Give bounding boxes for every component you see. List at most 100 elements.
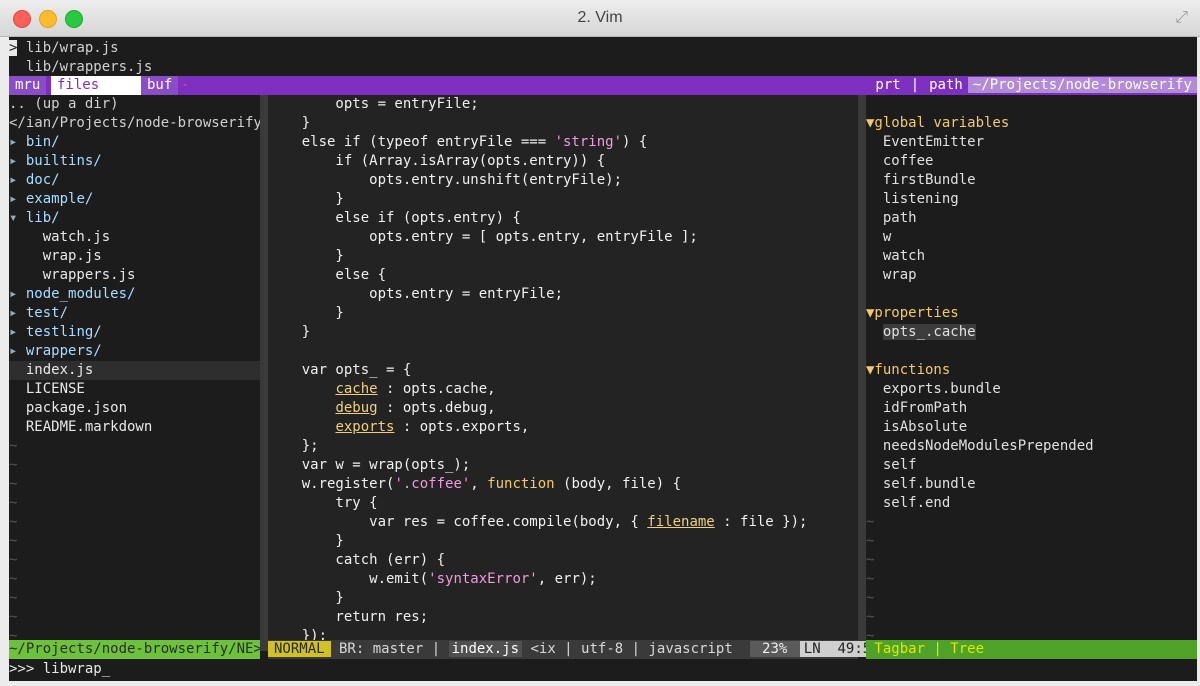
nerdtree-pane[interactable]: .. (up a dir) </ian/Projects/node-browse… xyxy=(9,95,260,651)
code-line[interactable]: debug : opts.debug, xyxy=(268,399,495,418)
code-text: } xyxy=(268,248,344,264)
tagbar-item[interactable]: firstBundle xyxy=(866,171,976,190)
code-text: return res; xyxy=(268,609,429,625)
code-line[interactable]: w.register('.coffee', function (body, fi… xyxy=(268,475,681,494)
code-text: try { xyxy=(268,495,378,511)
empty-line-tilde: ~ xyxy=(9,552,18,568)
code-line[interactable]: return res; xyxy=(268,608,428,627)
file-name: package.json xyxy=(25,400,128,416)
tagbar-item[interactable]: coffee xyxy=(866,152,934,171)
code-text: var res = coffee.compile(body, { xyxy=(268,514,648,530)
empty-line-tilde: ~ xyxy=(9,590,18,606)
ctrlp-mode-files[interactable]: files xyxy=(51,76,147,95)
fullscreen-icon[interactable]: ⤢ xyxy=(1175,9,1188,27)
code-text: (body, file) { xyxy=(554,476,682,492)
tagbar-item[interactable]: w xyxy=(866,228,891,247)
tree-file[interactable]: LICENSE xyxy=(9,380,85,399)
tree-dir[interactable]: ▸ wrappers/ xyxy=(9,342,102,361)
window-separator[interactable] xyxy=(858,95,866,651)
code-line[interactable]: opts.entry.unshift(entryFile); xyxy=(268,171,622,190)
collapsed-arrow-icon: ▸ xyxy=(9,343,18,359)
ctrlp-right-sep: | xyxy=(910,77,920,93)
code-line[interactable]: opts = entryFile; xyxy=(268,95,478,114)
code-line[interactable]: } xyxy=(268,190,343,209)
tagbar-item[interactable]: needsNodeModulesPrepended xyxy=(866,437,1094,456)
tree-dir[interactable]: ▸ builtins/ xyxy=(9,152,102,171)
tagbar-item[interactable]: watch xyxy=(866,247,925,266)
tagbar-section-header[interactable]: ▼functions xyxy=(866,361,950,380)
tagbar-statusline: Tagbar | Tree xyxy=(866,640,1197,659)
tree-file[interactable]: wrappers.js xyxy=(9,266,136,285)
code-line[interactable]: opts.entry = [ opts.entry, entryFile ]; xyxy=(268,228,698,247)
code-line[interactable]: opts.entry = entryFile; xyxy=(268,285,563,304)
tree-dir[interactable]: ▾ lib/ xyxy=(9,209,60,228)
empty-line-tilde: ~ xyxy=(866,609,875,625)
tagbar-section-header[interactable]: ▼global variables xyxy=(866,114,1009,133)
code-line[interactable]: } xyxy=(268,589,343,608)
nerdtree-root[interactable]: </ian/Projects/node-browserify/ xyxy=(9,114,260,133)
tree-file[interactable]: package.json xyxy=(9,399,127,418)
tagbar-item[interactable]: self xyxy=(866,456,917,475)
tagbar-section-header[interactable]: ▼properties xyxy=(866,304,959,323)
ctrlp-status-bar: mru files buf - prt | path ~/Projects/node-… xyxy=(9,76,1197,95)
code-editor[interactable]: opts = entryFile; } else if (typeof entr… xyxy=(268,95,858,651)
empty-line-tilde: ~ xyxy=(9,438,18,454)
code-line[interactable]: w.emit('syntaxError', err); xyxy=(268,570,597,589)
code-line[interactable]: else if (typeof entryFile === 'string') … xyxy=(268,133,648,152)
tree-file-current[interactable]: index.js xyxy=(9,361,260,380)
code-line[interactable]: }; xyxy=(268,437,319,456)
tree-file[interactable]: README.markdown xyxy=(9,418,152,437)
tagbar-item[interactable]: path xyxy=(866,209,917,228)
tagbar-item[interactable]: self.end xyxy=(866,494,950,513)
code-line[interactable]: if (Array.isArray(opts.entry)) { xyxy=(268,152,605,171)
ctrlp-mode-mru[interactable]: mru xyxy=(9,76,47,95)
code-line[interactable]: else if (opts.entry) { xyxy=(268,209,520,228)
code-line[interactable]: } xyxy=(268,304,343,323)
tree-dir[interactable]: ▸ doc/ xyxy=(9,171,60,190)
tagbar-item[interactable]: self.bundle xyxy=(866,475,976,494)
collapsed-arrow-icon: ▸ xyxy=(9,134,18,150)
tagbar-item[interactable]: listening xyxy=(866,190,959,209)
command-line[interactable]: >>> libwrap_ xyxy=(9,660,110,679)
window-separator[interactable] xyxy=(260,95,268,651)
code-text: w.register( xyxy=(268,476,395,492)
tagbar-item[interactable]: wrap xyxy=(866,266,917,285)
tree-dir[interactable]: ▸ bin/ xyxy=(9,133,60,152)
tree-dir[interactable]: ▸ test/ xyxy=(9,304,68,323)
ctrlp-mode-buf[interactable]: buf xyxy=(141,76,179,95)
tagbar-item[interactable]: EventEmitter xyxy=(866,133,984,152)
tagbar-item-selected[interactable]: opts_.cache xyxy=(866,323,976,342)
tagbar-item[interactable]: isAbsolute xyxy=(866,418,967,437)
dir-name: bin/ xyxy=(25,134,60,150)
code-line[interactable]: else { xyxy=(268,266,386,285)
tagbar-item-text: opts_.cache xyxy=(882,324,976,340)
tagbar-item[interactable]: exports.bundle xyxy=(866,380,1001,399)
tree-dir[interactable]: ▸ node_modules/ xyxy=(9,285,135,304)
code-line[interactable]: exports : opts.exports, xyxy=(268,418,529,437)
code-line[interactable]: var opts_ = { xyxy=(268,361,412,380)
code-line[interactable]: catch (err) { xyxy=(268,551,445,570)
terminal[interactable]: > lib/wrap.js lib/wrappers.js mru files … xyxy=(9,37,1197,681)
tagbar-pane[interactable]: ▼global variables EventEmitter coffee fi… xyxy=(866,95,1197,651)
tagbar-item[interactable]: idFromPath xyxy=(866,399,967,418)
code-line[interactable]: } xyxy=(268,532,343,551)
tree-dir[interactable]: ▸ testling/ xyxy=(9,323,102,342)
code-line[interactable]: try { xyxy=(268,494,378,513)
code-line[interactable]: } xyxy=(268,247,344,266)
code-line[interactable]: } xyxy=(268,114,310,133)
ctrlp-match-selected[interactable]: > lib/wrap.js xyxy=(9,39,119,58)
code-token-ul: debug xyxy=(335,400,378,416)
empty-line-tilde: ~ xyxy=(9,571,18,587)
code-line[interactable]: } xyxy=(268,323,310,342)
nerdtree-updir[interactable]: .. (up a dir) xyxy=(9,95,119,114)
tree-dir[interactable]: ▸ example/ xyxy=(9,190,93,209)
match-text: lib/wrappers.js xyxy=(25,59,153,75)
dir-name: test/ xyxy=(25,305,69,321)
tree-file[interactable]: wrap.js xyxy=(9,247,102,266)
code-line[interactable]: cache : opts.cache, xyxy=(268,380,495,399)
empty-line-tilde: ~ xyxy=(866,552,875,568)
code-line[interactable]: var res = coffee.compile(body, { filenam… xyxy=(268,513,807,532)
code-line[interactable]: var w = wrap(opts_); xyxy=(268,456,471,475)
tree-file[interactable]: watch.js xyxy=(9,228,110,247)
ctrlp-match[interactable]: lib/wrappers.js xyxy=(9,58,152,77)
